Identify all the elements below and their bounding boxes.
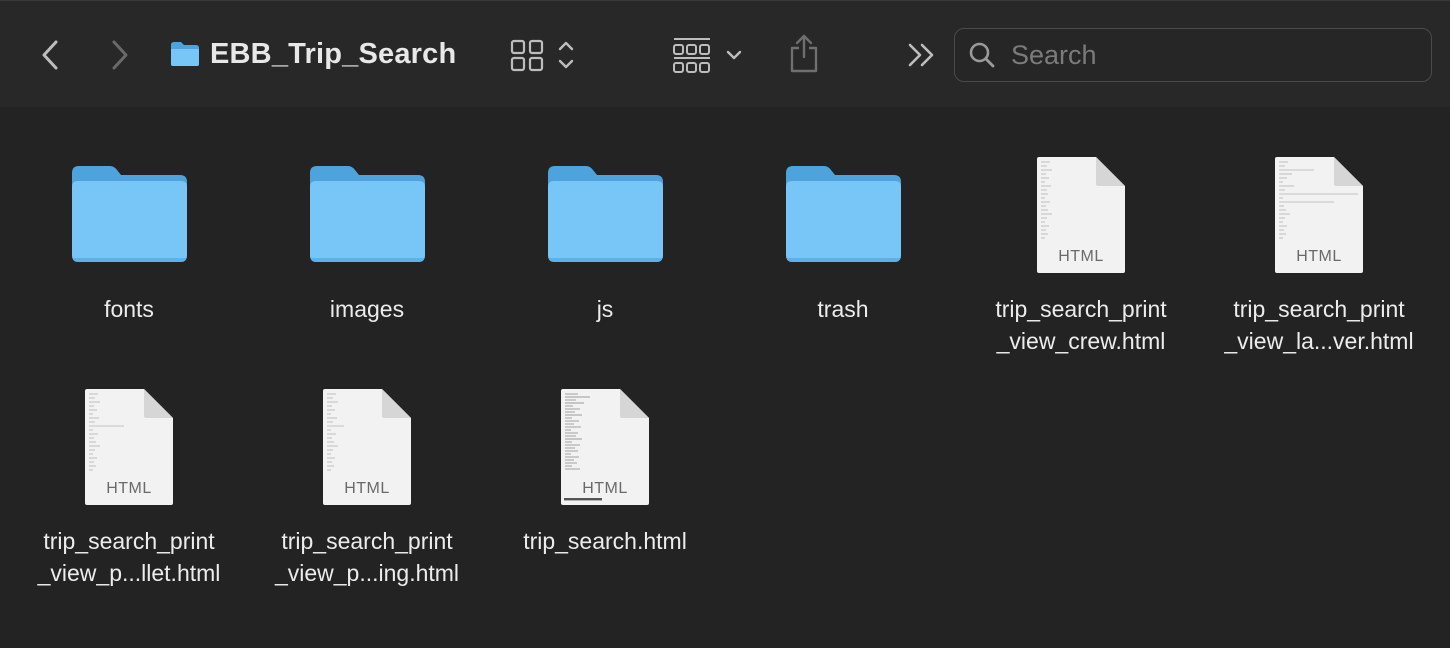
group-by-button[interactable] — [670, 33, 748, 77]
chevron-right-icon — [112, 40, 128, 70]
html-document-icon: HTML — [322, 388, 412, 506]
toolbar: EBB_Trip_Search — [0, 1, 1450, 107]
window-title: EBB_Trip_Search — [170, 31, 456, 77]
item-label: trip_search_print _view_p...ing.html — [274, 528, 460, 586]
html-file-item[interactable]: HTML trip_search_print _view_p...llet.ht… — [19, 377, 239, 589]
folder-icon — [733, 145, 953, 285]
folder-icon — [495, 145, 715, 285]
html-type-tag: HTML — [582, 480, 628, 497]
html-file-item[interactable]: HTML trip_search_print _view_la...ver.ht… — [1209, 145, 1429, 357]
search-input[interactable] — [1009, 38, 1413, 72]
folder-icon — [19, 145, 239, 285]
item-label: trip_search.html — [523, 528, 687, 554]
share-button[interactable] — [784, 31, 824, 77]
html-file-item[interactable]: HTML trip_search_print _view_crew.html — [971, 145, 1191, 357]
more-toolbar-items-button[interactable] — [902, 37, 942, 73]
folder-item[interactable]: trash — [733, 145, 953, 325]
search-icon — [967, 40, 997, 70]
file-grid: fonts images js trash HTML trip_search_p… — [0, 107, 1450, 648]
forward-button[interactable] — [104, 35, 136, 75]
folder-item[interactable]: js — [495, 145, 715, 325]
window-title-text: EBB_Trip_Search — [210, 37, 457, 70]
folder-icon — [171, 42, 199, 66]
view-mode-button[interactable] — [506, 33, 582, 77]
html-document-icon: HTML — [1036, 156, 1126, 274]
html-file-icon-area: HTML — [257, 377, 477, 517]
chevron-left-icon — [42, 40, 58, 70]
html-type-tag: HTML — [1058, 248, 1104, 265]
back-button[interactable] — [34, 35, 66, 75]
html-type-tag: HTML — [1296, 248, 1342, 265]
html-type-tag: HTML — [106, 480, 152, 497]
html-type-tag: HTML — [344, 480, 390, 497]
folder-item[interactable]: images — [257, 145, 477, 325]
search-field[interactable] — [954, 28, 1432, 82]
html-file-icon-area: HTML — [971, 145, 1191, 285]
folder-item[interactable]: fonts — [19, 145, 239, 325]
item-label: trip_search_print _view_p...llet.html — [37, 528, 221, 586]
html-file-icon-area: HTML — [1209, 145, 1429, 285]
finder-window: EBB_Trip_Search Search fonts images js t… — [0, 0, 1450, 648]
item-label: images — [329, 296, 405, 322]
double-chevron-right-icon — [908, 43, 934, 67]
grid-view-icon — [510, 39, 574, 72]
html-document-icon: HTML — [84, 388, 174, 506]
item-label: js — [596, 296, 614, 322]
item-label: trip_search_print _view_la...ver.html — [1224, 296, 1414, 354]
share-icon — [790, 34, 818, 73]
item-label: trash — [817, 296, 869, 322]
html-file-icon-area: HTML — [495, 377, 715, 517]
html-file-item[interactable]: HTML trip_search_print _view_p...ing.htm… — [257, 377, 477, 589]
item-label: trip_search_print _view_crew.html — [995, 296, 1167, 354]
group-by-icon — [673, 38, 742, 73]
folder-icon — [257, 145, 477, 285]
html-document-icon: HTML — [1274, 156, 1364, 274]
html-file-icon-area: HTML — [19, 377, 239, 517]
html-document-icon: HTML — [560, 388, 650, 506]
html-file-item[interactable]: HTML trip_search.html — [495, 377, 715, 557]
item-label: fonts — [104, 296, 154, 322]
